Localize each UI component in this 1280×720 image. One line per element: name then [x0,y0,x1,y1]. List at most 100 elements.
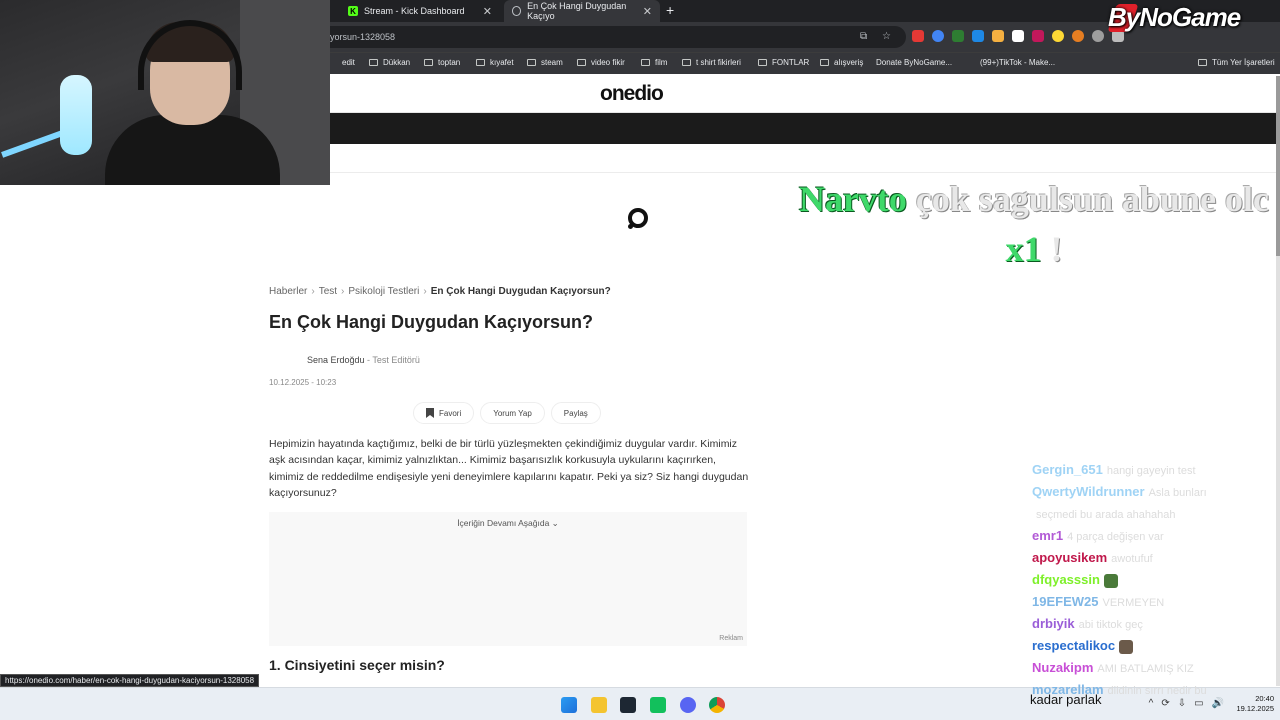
extension-icon[interactable] [1072,30,1084,42]
author-role: - Test Editörü [364,355,420,365]
extension-icon[interactable] [1012,30,1024,42]
breadcrumb-current: En Çok Hangi Duygudan Kaçıyorsun? [430,286,611,297]
breadcrumb-separator: › [341,286,345,297]
question-title: 1. Cinsiyetini seçer misin? [269,657,445,673]
breadcrumb-link[interactable]: Haberler [269,286,307,297]
install-icon[interactable]: ⧉ [860,31,867,42]
breadcrumb-link[interactable]: Psikoloji Testleri [348,286,419,297]
chat-text: AMI BATLAMIŞ KIZ [1097,663,1194,675]
bookmark-item[interactable]: (99+)TikTok - Make... [980,58,1055,67]
chat-message: respectalikoc [1032,638,1272,660]
file-explorer-icon[interactable] [591,697,607,713]
chat-text: VERMEYEN [1102,597,1165,609]
chat-message: Nuzakipm AMI BATLAMIŞ KIZ [1032,660,1272,682]
chat-message: Gergin_651 hangi gayeyin test [1032,462,1272,484]
extension-icon[interactable] [1052,30,1064,42]
page-scrollbar[interactable] [1276,76,1280,686]
extension-icon[interactable] [1092,30,1104,42]
bookmark-folder[interactable]: kıyafet [476,58,514,67]
chat-username: 19EFEW25 [1032,594,1099,609]
content-continues-label[interactable]: İçeriğin Devamı Aşağıda ⌄ [269,518,747,529]
folder-icon [369,59,378,66]
bookmark-folder[interactable]: video fikir [577,58,625,67]
chat-username: dfqyasssin [1032,572,1100,587]
discord-icon[interactable] [680,697,696,713]
extension-icon[interactable] [932,30,944,42]
bookmark-item[interactable]: edit [342,58,355,67]
site-logo[interactable]: onedio [600,82,664,106]
bookmark-item[interactable]: Donate ByNoGame... [876,58,952,67]
bookmark-folder[interactable]: t shirt fikirleri [682,58,741,67]
chat-username: emr1 [1032,528,1064,543]
chat-text: hangi gayeyin test [1106,465,1196,477]
app-icon[interactable] [650,697,666,713]
chat-text: Asla bunları [1148,487,1207,499]
adblock-icon[interactable] [912,30,924,42]
start-menu-icon[interactable] [561,697,577,713]
breadcrumb-separator: › [311,286,315,297]
alert-multiplier: x1 [1005,229,1042,269]
chat-message: seçmedi bu arada ahahahah [1032,506,1272,528]
bookmark-folder[interactable]: Dükkan [369,58,410,67]
site-nav-bar [330,113,1276,144]
breadcrumb-link[interactable]: Test [319,286,337,297]
chat-text: 4 parça değişen var [1067,531,1164,543]
folder-icon [577,59,586,66]
tab-kick-dashboard[interactable]: K Stream - Kick Dashboard ✕ [340,0,500,22]
alert-message: çok sagulsun abune olc [915,179,1270,219]
ad-label: Reklam [719,635,743,642]
chat-username: respectalikoc [1032,638,1116,653]
chat-text: abi tiktok geç [1078,619,1143,631]
author-line: Sena Erdoğdu - Test Editörü [307,355,420,365]
globe-icon [512,6,522,16]
extension-icon[interactable] [972,30,984,42]
chat-message: 19EFEW25 VERMEYEN [1032,594,1272,616]
publish-date: 10.12.2025 - 10:23 [269,378,337,387]
extension-icon[interactable] [952,30,964,42]
extension-icon[interactable] [992,30,1004,42]
chat-message: drbiyik abi tiktok geç [1032,616,1272,638]
emote-icon [1103,573,1118,588]
headset [138,20,242,90]
chat-message: QwertyWildrunner Asla bunları [1032,484,1272,506]
bookmark-folder[interactable]: alışveriş [820,58,863,67]
tab-label: En Çok Hangi Duygudan Kaçıyo [527,1,627,21]
close-tab-icon[interactable]: ✕ [483,5,492,18]
star-icon[interactable]: ☆ [882,31,891,42]
ad-container: İçeriğin Devamı Aşağıda ⌄ Reklam [269,512,747,646]
bookmark-folder[interactable]: steam [527,58,563,67]
url-field[interactable]: yorsun-1328058 [316,26,906,48]
close-tab-icon[interactable]: ✕ [643,5,652,18]
terminal-icon[interactable] [620,697,636,713]
tab-label: Stream - Kick Dashboard [364,6,465,16]
share-button[interactable]: Paylaş [550,402,601,424]
webcam-overlay [0,0,330,185]
chat-username: mozarellam [1032,682,1104,697]
alert-username: Narvto [798,179,907,219]
chat-username: Nuzakipm [1032,660,1094,675]
chat-text: seçmedi bu arada ahahahah [1036,509,1176,521]
new-tab-button[interactable]: + [666,2,674,18]
bookmark-folder[interactable]: FONTLAR [758,58,809,67]
link-status-bar: https://onedio.com/haber/en-cok-hangi-du… [0,674,260,687]
screen: K Stream - Kick Dashboard ✕ En Çok Hangi… [0,0,1280,720]
chat-text: awotufuf [1111,553,1153,565]
bookmark-folder[interactable]: toptan [424,58,460,67]
folder-icon [424,59,433,66]
extension-icon[interactable] [1032,30,1044,42]
folder-icon [527,59,536,66]
author-name[interactable]: Sena Erdoğdu [307,355,365,365]
site-header: onedio [330,76,1276,113]
microphone [60,75,92,155]
brand-logo: ByNoGame [1108,2,1241,32]
chat-username: Gergin_651 [1032,462,1103,477]
folder-icon [820,59,829,66]
bookmark-folder[interactable]: Tüm Yer İşaretleri [1198,58,1275,67]
comment-button[interactable]: Yorum Yap [480,402,545,424]
chrome-icon[interactable] [709,697,725,713]
folder-icon [641,59,650,66]
loading-logo-icon [628,208,648,229]
favorite-button[interactable]: Favori [413,402,475,424]
tab-onedio[interactable]: En Çok Hangi Duygudan Kaçıyo ✕ [504,0,660,22]
bookmark-folder[interactable]: film [641,58,667,67]
